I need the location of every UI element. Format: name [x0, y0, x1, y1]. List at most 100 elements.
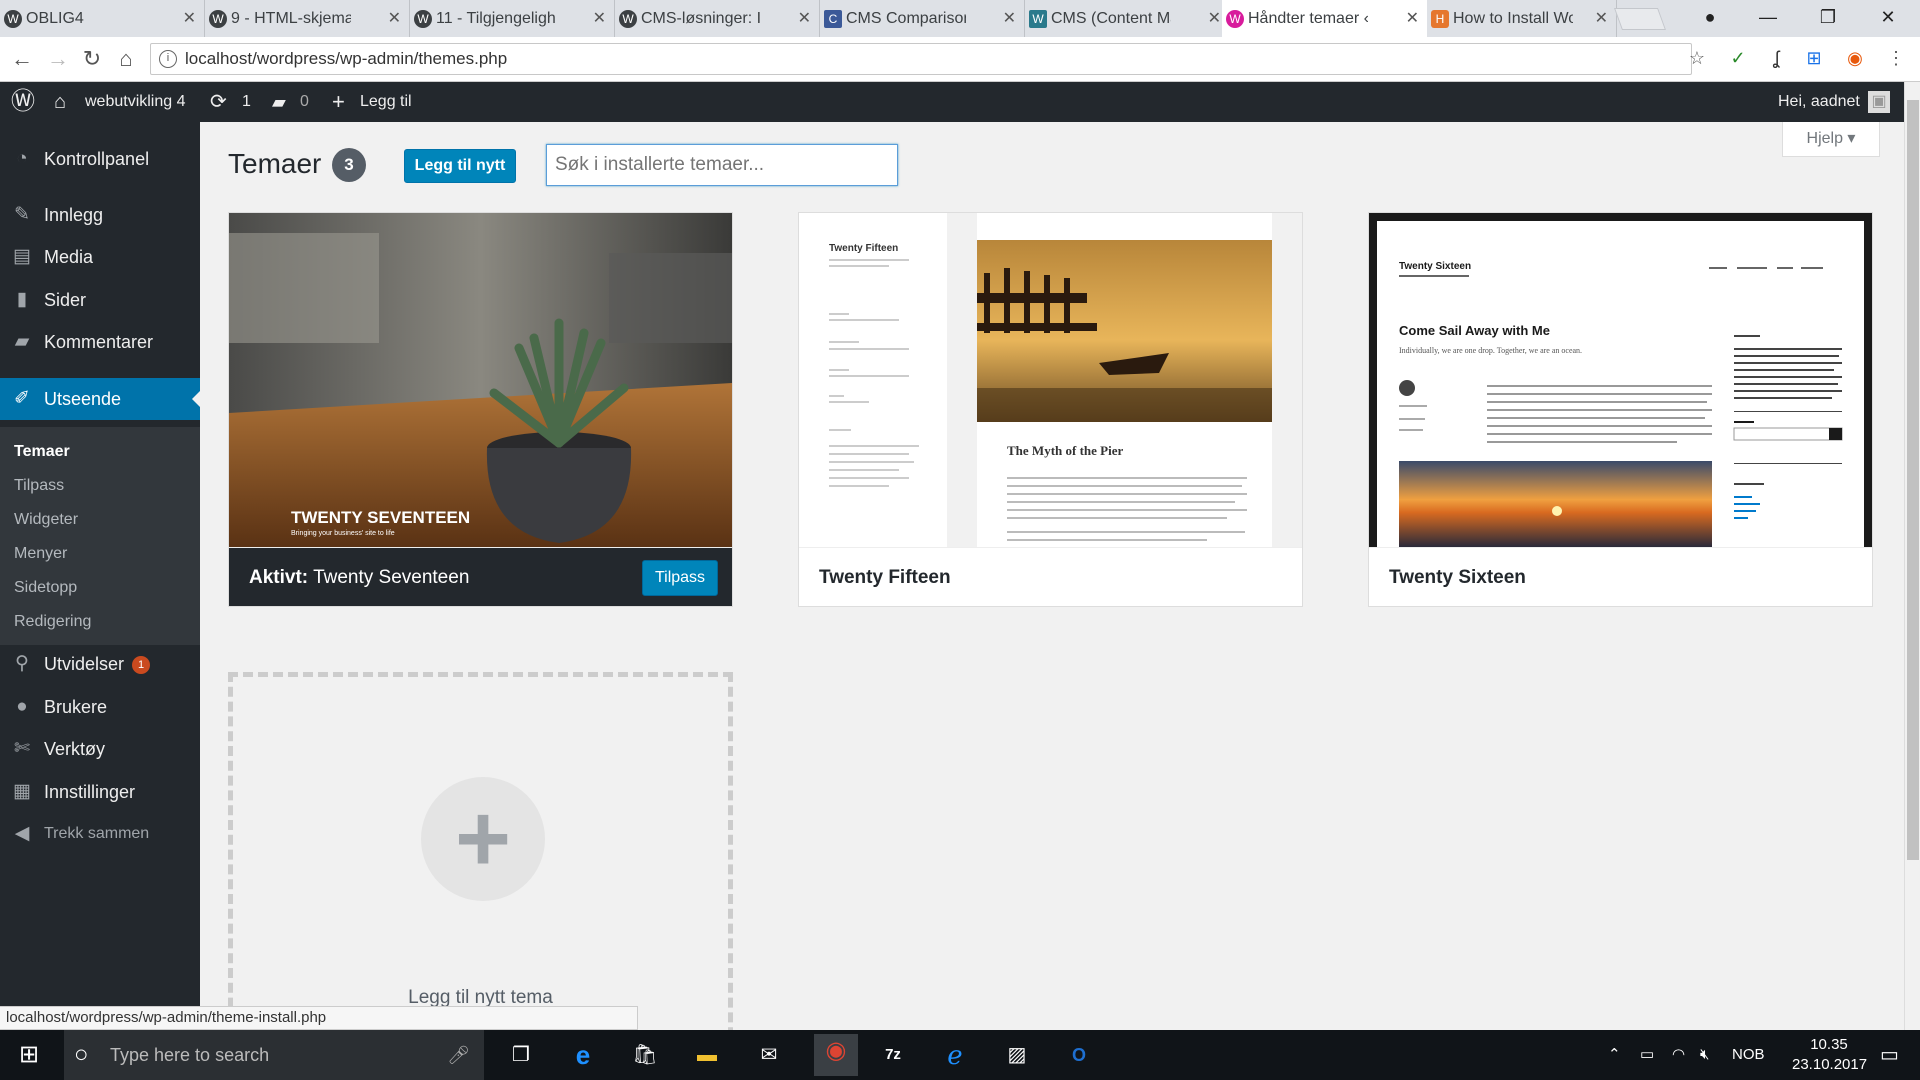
- add-new-theme-button[interactable]: Legg til nytt: [404, 149, 516, 183]
- edge-icon[interactable]: e: [566, 1038, 600, 1072]
- sidebar-item-plugins[interactable]: ⚲ Utvidelser 1: [0, 643, 200, 685]
- input-language[interactable]: NOB: [1732, 1030, 1765, 1080]
- home-icon[interactable]: ⌂: [112, 45, 140, 73]
- close-icon[interactable]: ✕: [1595, 8, 1608, 28]
- new-content-link[interactable]: Legg til: [360, 82, 412, 122]
- add-new-theme-card[interactable]: + Legg til nytt tema: [228, 672, 733, 1052]
- collapse-icon: ◀: [14, 823, 30, 844]
- extension-icon[interactable]: ✓: [1726, 46, 1750, 70]
- browser-tab[interactable]: W OBLIG4 ✕: [0, 0, 205, 37]
- sidebar-item-posts[interactable]: ✎ Innlegg: [0, 194, 200, 236]
- taskbar-search-box[interactable]: ○ Type here to search 🎤︎: [64, 1030, 484, 1080]
- submenu-item-header[interactable]: Sidetopp: [14, 571, 77, 605]
- reload-icon[interactable]: ↻: [78, 45, 106, 73]
- outlook-icon[interactable]: O: [1062, 1038, 1096, 1072]
- new-tab-button[interactable]: [1613, 8, 1667, 30]
- extension-icon[interactable]: ⊞: [1802, 46, 1826, 70]
- updates-icon[interactable]: ⟳: [210, 82, 227, 122]
- theme-card-active[interactable]: TWENTY SEVENTEEN Bringing your business'…: [228, 212, 733, 607]
- theme-screenshot[interactable]: Twenty Fifteen The Myth of the Pier: [799, 213, 1302, 547]
- close-icon[interactable]: ✕: [1406, 8, 1419, 28]
- extension-icon[interactable]: ◉: [1843, 46, 1867, 70]
- sidebar-item-tools[interactable]: ✄ Verktøy: [0, 728, 200, 770]
- account-greeting[interactable]: Hei, aadnet: [1778, 82, 1860, 122]
- browser-tab[interactable]: C CMS Comparison: ✕: [820, 0, 1025, 37]
- bookmark-star-icon[interactable]: ☆: [1685, 46, 1709, 70]
- home-icon[interactable]: ⌂: [54, 82, 66, 122]
- theme-screenshot[interactable]: Twenty Sixteen Come Sail Away with Me In…: [1369, 213, 1872, 547]
- back-icon[interactable]: ←: [8, 45, 36, 73]
- plus-icon[interactable]: +: [332, 82, 345, 122]
- preview-post-subtitle: Individually, we are one drop. Together,…: [1399, 346, 1582, 355]
- submenu-item-editor[interactable]: Redigering: [14, 605, 91, 639]
- profile-icon[interactable]: ●: [1682, 0, 1738, 37]
- comments-count[interactable]: 0: [300, 82, 309, 122]
- browser-tab[interactable]: W9 - HTML-skjemaer ✕: [205, 0, 410, 37]
- sidebar-item-label: Kontrollpanel: [44, 149, 150, 169]
- tab-title: CMS (Content Man: [1051, 9, 1171, 27]
- browser-tab[interactable]: WCMS (Content Man ✕: [1025, 0, 1230, 37]
- close-icon[interactable]: ✕: [1208, 8, 1221, 28]
- menu-icon[interactable]: ⋮: [1884, 46, 1908, 70]
- wiki-icon: W: [1029, 10, 1047, 28]
- page-scrollbar[interactable]: [1904, 82, 1920, 1030]
- browser-tab[interactable]: WCMS-løsninger: ITF ✕: [615, 0, 820, 37]
- extension-icon[interactable]: ʆ: [1764, 46, 1788, 70]
- close-icon[interactable]: ✕: [1003, 8, 1016, 28]
- forward-icon[interactable]: →: [44, 45, 72, 73]
- close-icon[interactable]: ✕: [183, 8, 196, 28]
- site-name-link[interactable]: webutvikling 4: [85, 82, 186, 122]
- help-tab[interactable]: Hjelp ▾: [1782, 122, 1880, 157]
- microphone-icon[interactable]: 🎤︎: [447, 1030, 470, 1080]
- theme-card[interactable]: Twenty Fifteen The Myth of the Pier Twen…: [798, 212, 1303, 607]
- mail-icon[interactable]: ✉: [752, 1038, 786, 1072]
- browser-toolbar: ← → ↻ ⌂ i localhost/wordpress/wp-admin/th…: [0, 37, 1920, 82]
- theme-screenshot[interactable]: TWENTY SEVENTEEN Bringing your business'…: [229, 213, 732, 547]
- sidebar-item-comments[interactable]: ▰ Kommentarer: [0, 321, 200, 363]
- sidebar-item-pages[interactable]: ▮ Sider: [0, 279, 200, 321]
- close-icon[interactable]: ✕: [388, 8, 401, 28]
- sidebar-item-users[interactable]: ● Brukere: [0, 686, 200, 728]
- sidebar-item-appearance[interactable]: ✐ Utseende: [0, 378, 200, 420]
- 7zip-icon[interactable]: 7z: [876, 1038, 910, 1072]
- photos-icon[interactable]: ▨: [1000, 1038, 1034, 1072]
- wifi-icon[interactable]: ◠: [1672, 1030, 1685, 1080]
- customize-button[interactable]: Tilpass: [642, 560, 718, 596]
- windows-start-icon[interactable]: ⊞: [12, 1038, 46, 1072]
- info-icon[interactable]: i: [159, 50, 177, 68]
- notifications-icon[interactable]: ▭: [1880, 1030, 1899, 1080]
- scrollbar-thumb[interactable]: [1907, 100, 1919, 860]
- browser-tab[interactable]: H How to Install Wor ✕: [1427, 0, 1617, 37]
- sidebar-item-settings[interactable]: ▦ Innstillinger: [0, 771, 200, 813]
- battery-icon[interactable]: ▭: [1640, 1030, 1654, 1080]
- browser-tab[interactable]: W 11 - Tilgjengelighet ✕: [410, 0, 615, 37]
- submenu-item-customize[interactable]: Tilpass: [14, 469, 64, 503]
- volume-muted-icon[interactable]: 🔇︎: [1700, 1030, 1709, 1080]
- task-view-icon[interactable]: ❐: [504, 1038, 538, 1072]
- theme-card[interactable]: Twenty Sixteen Come Sail Away with Me In…: [1368, 212, 1873, 607]
- submenu-item-themes[interactable]: Temaer: [14, 435, 70, 469]
- chrome-icon[interactable]: ◉: [814, 1034, 858, 1076]
- close-window-button[interactable]: ✕: [1860, 0, 1916, 37]
- close-icon[interactable]: ✕: [593, 8, 606, 28]
- internet-explorer-icon[interactable]: ℯ: [938, 1038, 972, 1072]
- avatar[interactable]: ▣: [1868, 91, 1890, 113]
- address-bar[interactable]: i localhost/wordpress/wp-admin/themes.php: [150, 43, 1692, 75]
- file-explorer-icon[interactable]: ▬: [690, 1038, 724, 1072]
- store-icon[interactable]: 🛍︎: [628, 1038, 662, 1072]
- clock[interactable]: 10.35 23.10.2017: [1792, 1035, 1867, 1080]
- minimize-button[interactable]: —: [1740, 0, 1796, 37]
- browser-tab-active[interactable]: WHåndter temaer ‹ w ✕: [1222, 0, 1427, 37]
- submenu-item-widgets[interactable]: Widgeter: [14, 503, 78, 537]
- wordpress-logo-icon[interactable]: Ⓦ: [8, 82, 38, 122]
- sidebar-item-media[interactable]: ▤ Media: [0, 236, 200, 278]
- restore-button[interactable]: ❐: [1800, 0, 1856, 37]
- collapse-menu-button[interactable]: ◀ Trekk sammen: [0, 813, 200, 855]
- submenu-item-menus[interactable]: Menyer: [14, 537, 67, 571]
- tray-chevron-icon[interactable]: ⌃: [1608, 1030, 1621, 1080]
- comment-icon[interactable]: ▰: [272, 82, 286, 122]
- theme-search-input[interactable]: [546, 144, 898, 186]
- updates-count[interactable]: 1: [242, 82, 251, 122]
- close-icon[interactable]: ✕: [798, 8, 811, 28]
- sidebar-item-dashboard[interactable]: ◔ Kontrollpanel: [0, 138, 200, 180]
